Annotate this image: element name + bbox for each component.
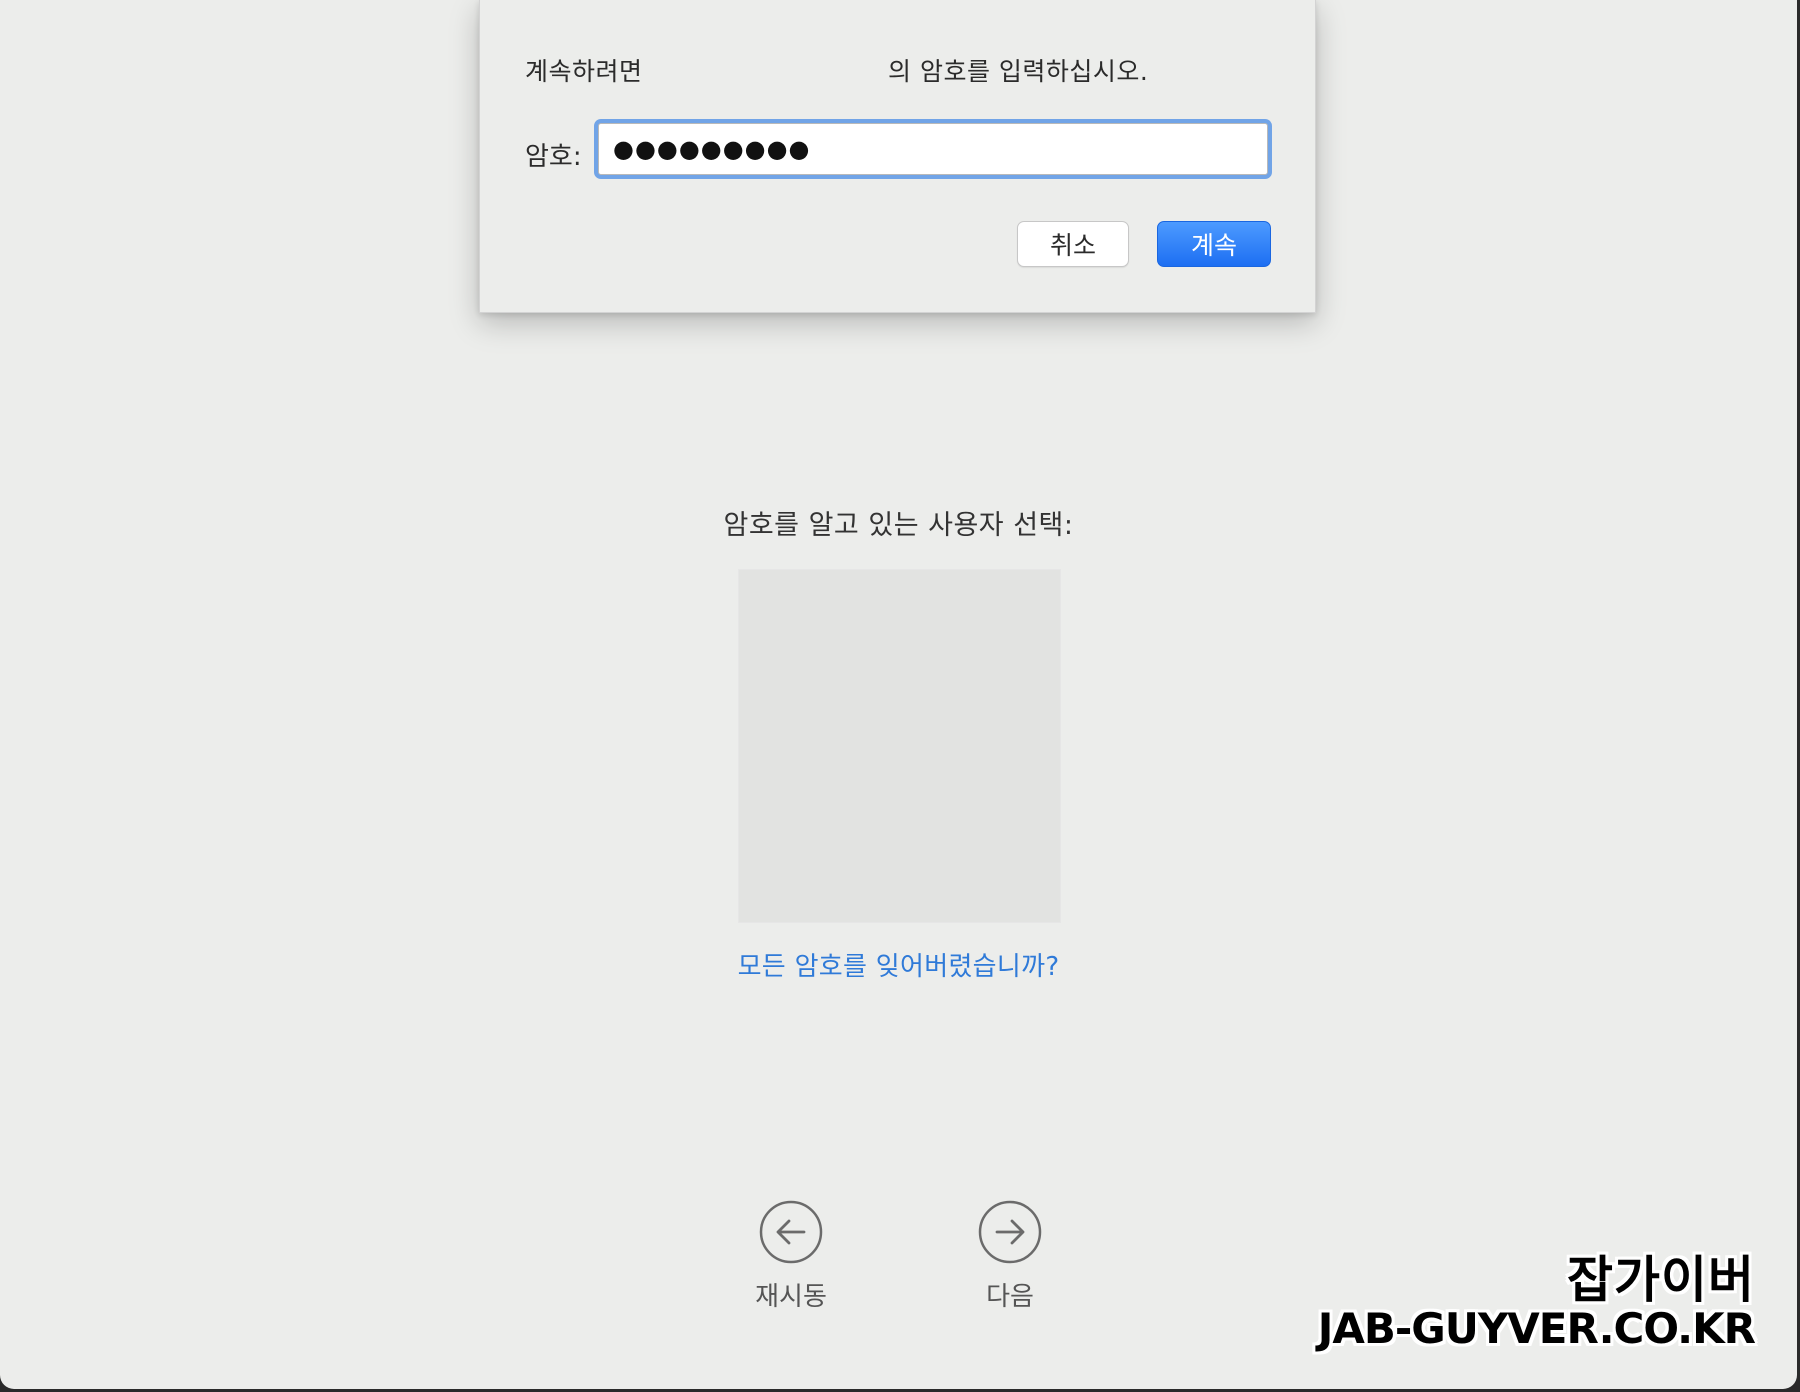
arrow-left-circle-icon	[759, 1200, 823, 1264]
forgot-password-link[interactable]: 모든 암호를 잊어버렸습니까?	[0, 946, 1797, 983]
next-button[interactable]: 다음	[955, 1200, 1065, 1313]
arrow-right-circle-icon	[978, 1200, 1042, 1264]
select-user-heading: 암호를 알고 있는 사용자 선택:	[723, 510, 1074, 541]
dialog-prompt-prefix: 계속하려면	[525, 57, 643, 86]
password-label: 암호:	[525, 142, 582, 172]
dialog-prompt-suffix: 의 암호를 입력하십시오.	[888, 57, 1149, 86]
cancel-button[interactable]: 취소	[1017, 221, 1129, 267]
password-dialog: 계속하려면 의 암호를 입력하십시오. 암호: ●●●●●●●●● 취소 계속	[479, 0, 1316, 313]
password-value: ●●●●●●●●●	[613, 135, 811, 163]
user-list[interactable]	[738, 569, 1061, 923]
restart-label: 재시동	[755, 1282, 827, 1312]
password-field[interactable]: ●●●●●●●●●	[598, 123, 1268, 175]
watermark-title: 잡가이버	[1567, 1251, 1755, 1309]
next-label: 다음	[986, 1282, 1034, 1312]
screen: 계속하려면 의 암호를 입력하십시오. 암호: ●●●●●●●●● 취소 계속 …	[0, 0, 1797, 1389]
continue-button[interactable]: 계속	[1157, 221, 1271, 267]
watermark-url: JAB-GUYVER.CO.KR	[1317, 1304, 1756, 1353]
restart-button[interactable]: 재시동	[736, 1200, 846, 1313]
